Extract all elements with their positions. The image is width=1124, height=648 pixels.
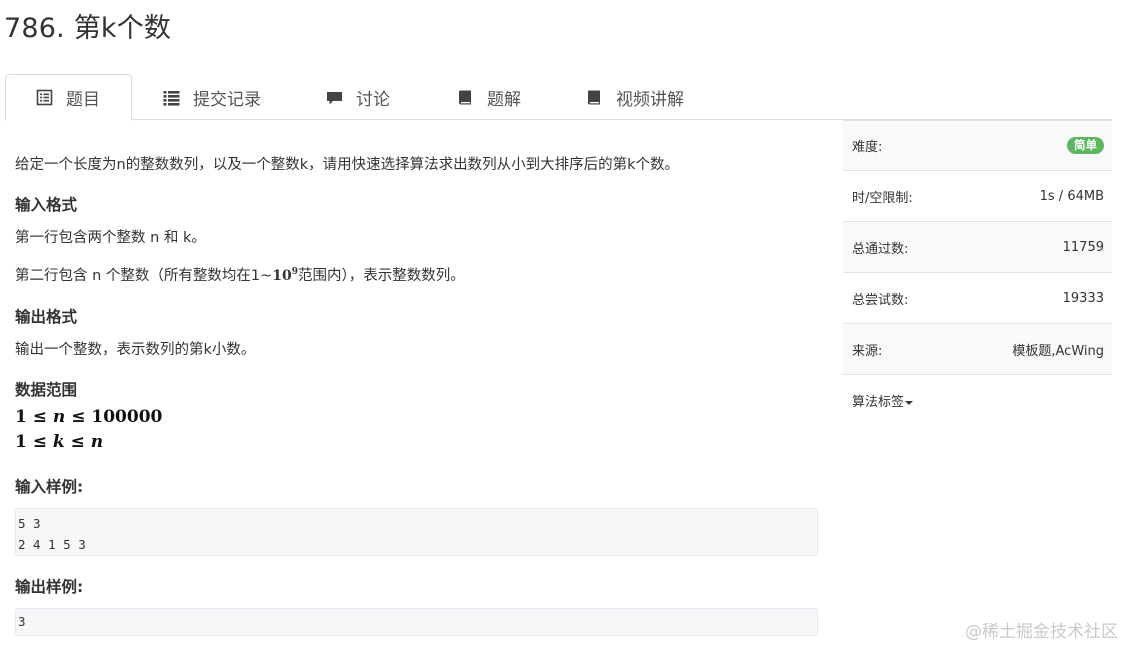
passed-value: 11759 [1062, 239, 1104, 255]
comment-icon [326, 89, 343, 106]
range-line-k: 1 ≤ k ≤ n [15, 432, 103, 452]
limit-label: 时/空限制: [852, 190, 913, 206]
book-icon [457, 89, 474, 106]
power-expression: 109 [272, 267, 298, 284]
range-n-rhs: ≤ 100000 [65, 407, 163, 427]
power-base: 10 [272, 268, 292, 284]
input-format-line2: 第二行包含 n 个整数（所有整数均在1~109范围内），表示整数数列。 [15, 264, 465, 285]
sample-input-heading: 输入样例: [15, 478, 84, 496]
attempts-label: 总尝试数: [852, 292, 909, 308]
attempts-value: 19333 [1062, 290, 1104, 306]
range-k-var2: n [90, 432, 104, 452]
watermark: @稀土掘金技术社区 [965, 622, 1118, 642]
output-format-heading: 输出格式 [15, 308, 78, 326]
source-value: 模板题,AcWing [1012, 343, 1104, 359]
difficulty-badge: 简单 [1067, 137, 1104, 154]
passed-label: 总通过数: [852, 241, 909, 257]
tab-problem[interactable]: 题目 [5, 74, 132, 121]
list-alt-icon [36, 89, 53, 106]
passed-row: 总通过数: 11759 [843, 222, 1112, 273]
limit-value: 1s / 64MB [1039, 188, 1104, 204]
source-row: 来源: 模板题,AcWing [843, 324, 1112, 375]
range-n-lhs: 1 ≤ [15, 407, 53, 427]
problem-info-panel: 难度: 简单 时/空限制: 1s / 64MB 总通过数: 11759 总尝试数… [843, 120, 1112, 426]
sample-output-block: 3 [15, 608, 818, 636]
tab-label: 题解 [487, 89, 521, 110]
book-icon [586, 89, 603, 106]
range-line-n: 1 ≤ n ≤ 100000 [15, 407, 162, 427]
tab-submissions[interactable]: 提交记录 [163, 74, 261, 120]
problem-description: 给定一个长度为n的整数数列，以及一个整数k，请用快速选择算法求出数列从小到大排序… [15, 157, 679, 173]
difficulty-row: 难度: 简单 [843, 120, 1112, 171]
data-range-heading: 数据范围 [15, 381, 78, 399]
range-k-mid: ≤ [64, 432, 91, 452]
range-n-var: n [52, 407, 66, 427]
input-line2-suffix: 范围内），表示整数数列。 [298, 268, 465, 284]
algorithm-tags-label: 算法标签 [852, 395, 905, 410]
tab-label: 视频讲解 [616, 89, 684, 110]
page-title: 786. 第k个数 [4, 13, 172, 44]
problem-tabs: 题目 提交记录 讨论 题解 视频讲解 [5, 74, 1112, 121]
input-format-heading: 输入格式 [15, 196, 78, 214]
attempts-row: 总尝试数: 19333 [843, 273, 1112, 324]
tab-label: 题目 [66, 90, 100, 110]
tab-label: 讨论 [356, 89, 390, 110]
list-icon [163, 89, 180, 106]
tab-label: 提交记录 [193, 89, 261, 110]
algorithm-tags-toggle[interactable]: 算法标签 [852, 391, 914, 410]
range-k-var: k [52, 432, 65, 452]
tab-discussion[interactable]: 讨论 [326, 74, 390, 120]
source-label: 来源: [852, 343, 883, 359]
input-format-line1: 第一行包含两个整数 n 和 k。 [15, 230, 206, 246]
limit-row: 时/空限制: 1s / 64MB [843, 171, 1112, 222]
output-format-line: 输出一个整数，表示数列的第k小数。 [15, 342, 256, 358]
input-line2-prefix: 第二行包含 n 个整数（所有整数均在1~ [15, 268, 273, 284]
range-k-lhs: 1 ≤ [15, 432, 53, 452]
difficulty-label: 难度: [852, 140, 883, 155]
tab-solutions[interactable]: 题解 [457, 74, 521, 120]
algorithm-tags-row: 算法标签 [843, 375, 1112, 426]
sample-output-heading: 输出样例: [15, 578, 84, 596]
tab-video[interactable]: 视频讲解 [586, 74, 684, 120]
caret-down-icon [905, 400, 914, 405]
sample-input-block: 5 3 2 4 1 5 3 [15, 508, 818, 556]
